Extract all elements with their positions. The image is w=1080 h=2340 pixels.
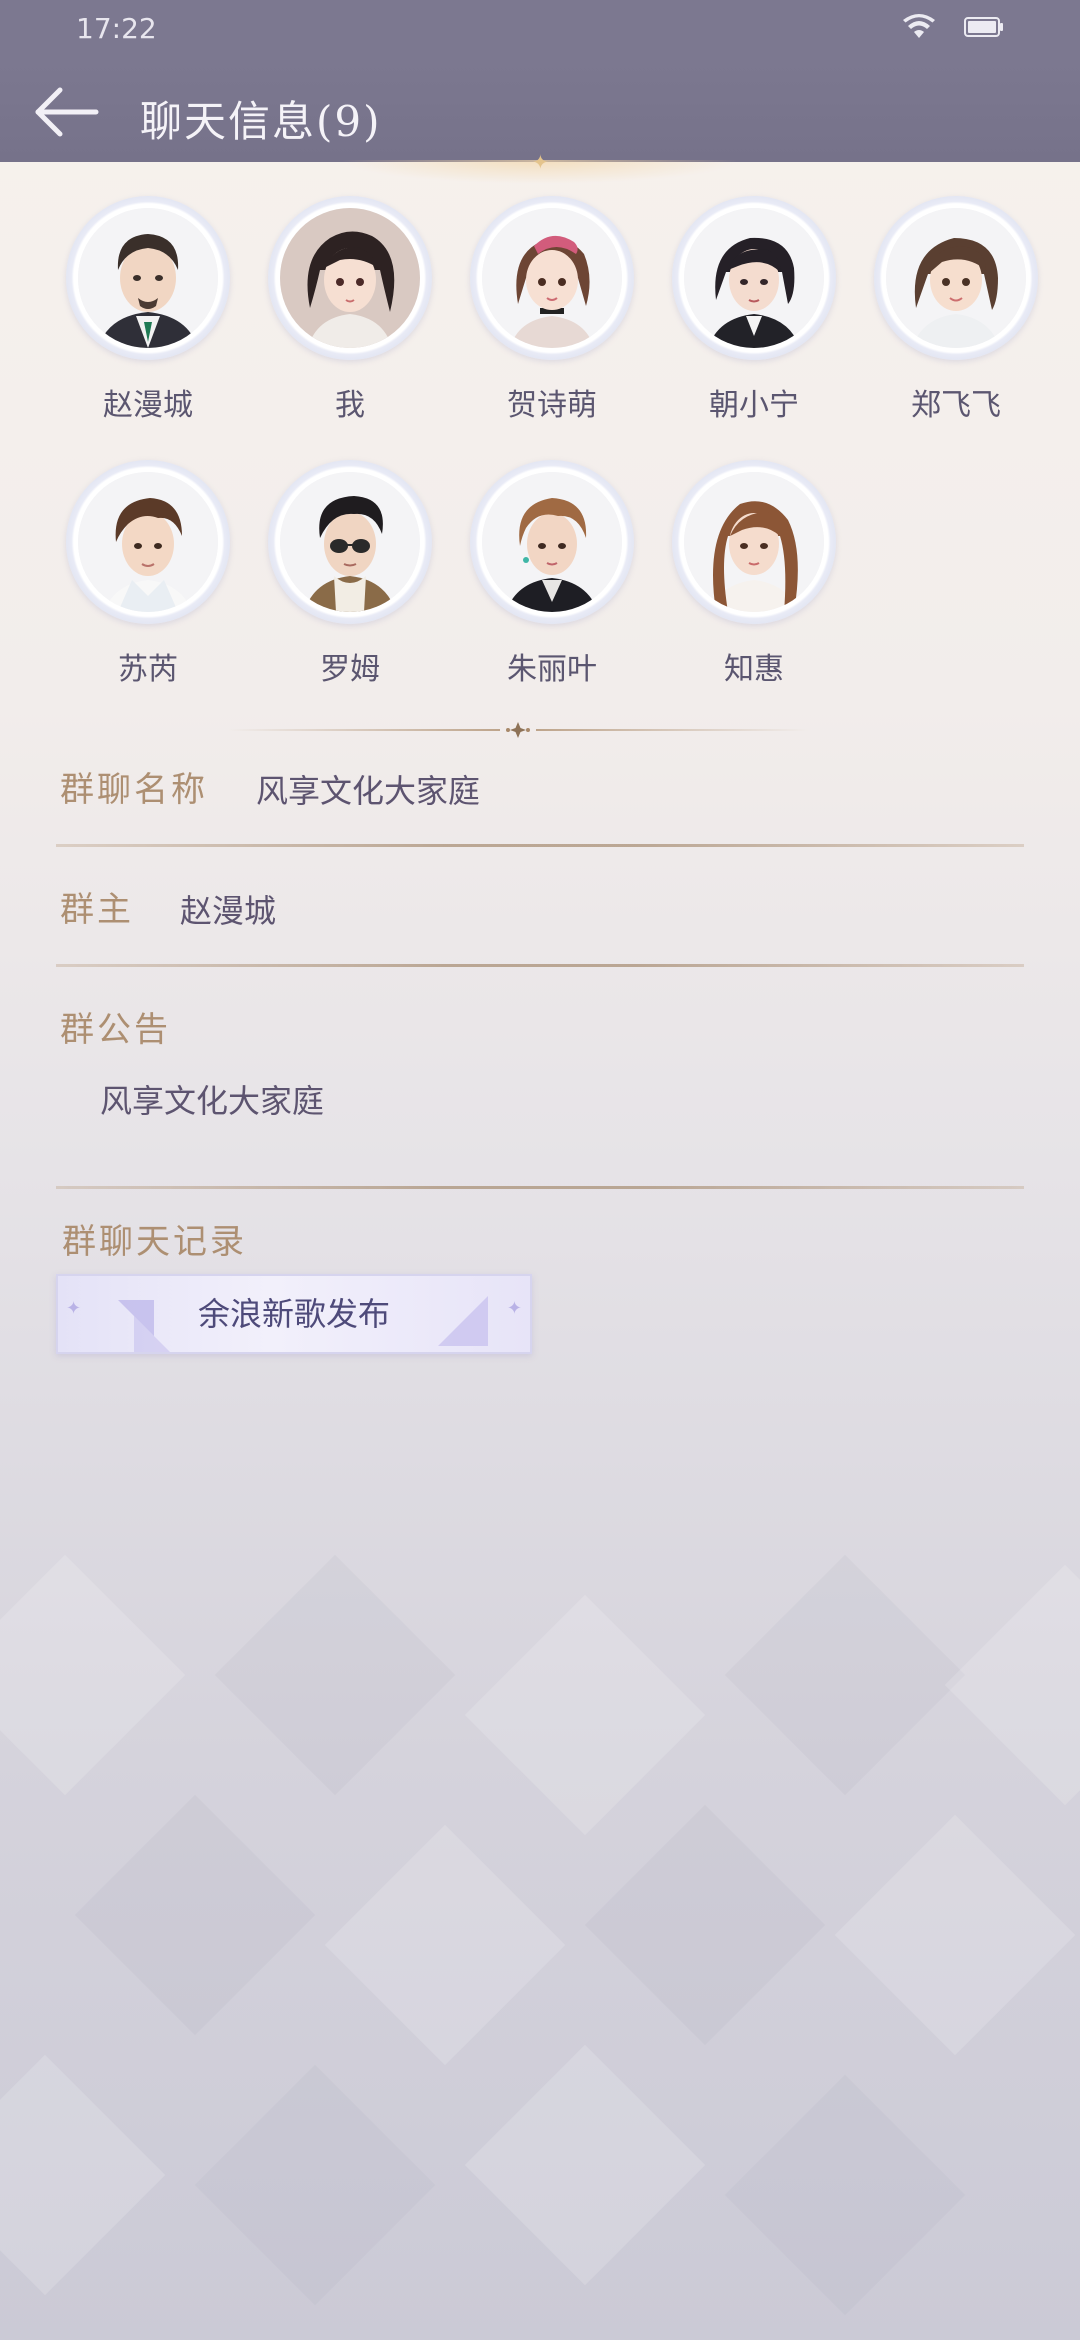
member-name: 朱丽叶: [507, 652, 597, 687]
avatar: [672, 460, 836, 624]
avatar-young-man-icon: [78, 472, 218, 612]
avatar-woman-long-hair-icon: [684, 472, 824, 612]
status-time: 17:22: [76, 12, 157, 45]
group-notice-label: 群公告: [60, 1010, 171, 1050]
member-zhi-hui[interactable]: 知惠: [654, 460, 836, 700]
member-zheng-feifei[interactable]: 郑飞飞: [856, 196, 1038, 436]
back-button[interactable]: [30, 82, 102, 142]
avatar: [66, 460, 230, 624]
header-bar: 聊天信息(9): [0, 60, 1080, 162]
member-name: 赵漫城: [103, 388, 193, 423]
ornament-divider: [228, 722, 808, 738]
chat-record-button[interactable]: ✦ ✦ 余浪新歌发布: [56, 1274, 532, 1354]
avatar-woman-bob-icon: [886, 208, 1026, 348]
avatar: [470, 196, 634, 360]
member-me[interactable]: 我: [250, 196, 432, 436]
group-owner-value[interactable]: 赵漫城: [180, 886, 276, 932]
member-name: 罗姆: [320, 652, 380, 687]
member-name: 知惠: [724, 652, 784, 687]
group-owner-label: 群主: [60, 890, 134, 930]
member-name: 朝小宁: [709, 388, 799, 423]
member-name: 我: [335, 388, 365, 423]
status-bar: 17:22: [0, 0, 1080, 60]
status-icons: [902, 14, 1004, 40]
background-pattern: [0, 1500, 1080, 2340]
page-title: 聊天信息(9): [140, 97, 382, 146]
avatar-man-beard-icon: [78, 208, 218, 348]
member-he-shimeng[interactable]: 贺诗萌: [452, 196, 634, 436]
wifi-icon: [903, 14, 935, 38]
avatar-girl-dark-hair-icon: [280, 208, 420, 348]
avatar: [874, 196, 1038, 360]
avatar: [470, 460, 634, 624]
member-name: 苏芮: [118, 652, 178, 687]
avatar-woman-short-hair-icon: [482, 472, 622, 612]
avatar-man-sunglasses-icon: [280, 472, 420, 612]
back-arrow-icon: [35, 87, 99, 137]
divider: [56, 964, 1024, 967]
member-luo-mu[interactable]: 罗姆: [250, 460, 432, 700]
avatar-girl-headband-icon: [482, 208, 622, 348]
chat-record-label: 余浪新歌发布: [197, 1295, 390, 1333]
group-notice-value[interactable]: 风享文化大家庭: [100, 1076, 324, 1122]
member-zhao-mancheng[interactable]: 赵漫城: [48, 196, 230, 436]
member-name: 郑飞飞: [911, 388, 1001, 423]
avatar: [672, 196, 836, 360]
battery-icon: [964, 17, 1003, 37]
divider: [56, 1186, 1024, 1189]
member-zhu-liye[interactable]: 朱丽叶: [452, 460, 634, 700]
avatar: [268, 460, 432, 624]
avatar: [66, 196, 230, 360]
group-name-label: 群聊名称: [60, 770, 208, 810]
group-name-value[interactable]: 风享文化大家庭: [256, 766, 480, 812]
avatar-woman-suit-icon: [684, 208, 824, 348]
avatar: [268, 196, 432, 360]
divider: [56, 844, 1024, 847]
member-name: 贺诗萌: [507, 388, 597, 423]
header-star-icon: ✦: [532, 150, 549, 174]
chat-history-label: 群聊天记录: [62, 1222, 247, 1262]
member-chao-xiaoning[interactable]: 朝小宁: [654, 196, 836, 436]
member-su-rui[interactable]: 苏芮: [48, 460, 230, 700]
